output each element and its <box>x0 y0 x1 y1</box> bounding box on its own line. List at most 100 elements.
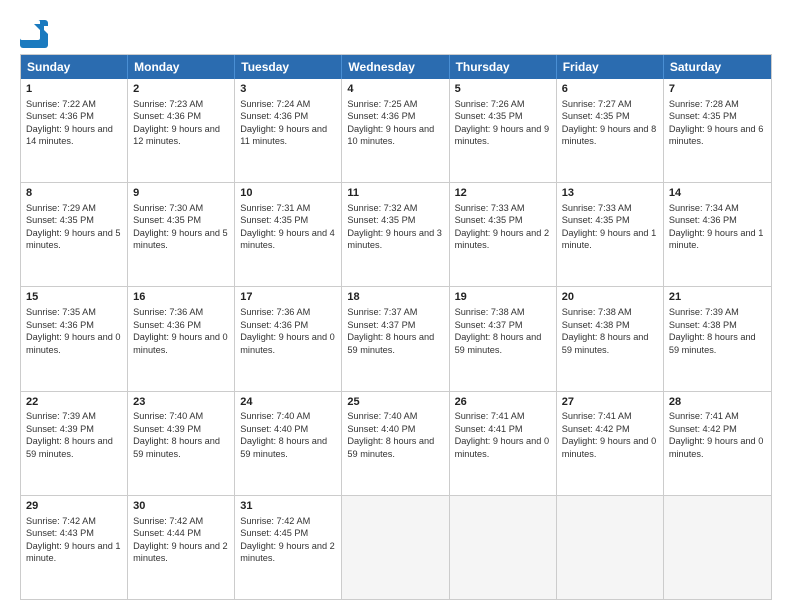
sunrise: Sunrise: 7:37 AM <box>347 307 417 317</box>
calendar-cell: 4Sunrise: 7:25 AMSunset: 4:36 PMDaylight… <box>342 79 449 182</box>
sunrise: Sunrise: 7:42 AM <box>240 516 310 526</box>
logo <box>20 20 52 48</box>
day-number: 6 <box>562 82 658 97</box>
daylight: Daylight: 8 hours and 59 minutes. <box>26 436 113 458</box>
calendar-row: 22Sunrise: 7:39 AMSunset: 4:39 PMDayligh… <box>21 391 771 495</box>
calendar-cell: 2Sunrise: 7:23 AMSunset: 4:36 PMDaylight… <box>128 79 235 182</box>
sunrise: Sunrise: 7:26 AM <box>455 99 525 109</box>
calendar: SundayMondayTuesdayWednesdayThursdayFrid… <box>20 54 772 600</box>
sunrise: Sunrise: 7:33 AM <box>562 203 632 213</box>
day-number: 24 <box>240 395 336 410</box>
sunrise: Sunrise: 7:30 AM <box>133 203 203 213</box>
sunset: Sunset: 4:36 PM <box>133 320 201 330</box>
sunrise: Sunrise: 7:28 AM <box>669 99 739 109</box>
sunrise: Sunrise: 7:42 AM <box>133 516 203 526</box>
calendar-row: 29 Sunrise: 7:42 AM Sunset: 4:43 PM Dayligh… <box>21 495 771 599</box>
calendar-cell: 18Sunrise: 7:37 AMSunset: 4:37 PMDayligh… <box>342 287 449 390</box>
sunrise: Sunrise: 7:36 AM <box>240 307 310 317</box>
day-number: 1 <box>26 82 122 97</box>
sunset: Sunset: 4:35 PM <box>562 215 630 225</box>
day-number: 27 <box>562 395 658 410</box>
daylight: Daylight: 9 hours and 4 minutes. <box>240 228 335 250</box>
daylight: Daylight: 9 hours and 5 minutes. <box>26 228 121 250</box>
sunrise: Sunrise: 7:29 AM <box>26 203 96 213</box>
calendar-cell: 19Sunrise: 7:38 AMSunset: 4:37 PMDayligh… <box>450 287 557 390</box>
calendar-cell <box>664 496 771 599</box>
daylight: Daylight: 8 hours and 59 minutes. <box>240 436 327 458</box>
sunset: Sunset: 4:40 PM <box>240 424 308 434</box>
daylight: Daylight: 9 hours and 0 minutes. <box>669 436 764 458</box>
calendar-cell: 17Sunrise: 7:36 AMSunset: 4:36 PMDayligh… <box>235 287 342 390</box>
calendar-cell: 15Sunrise: 7:35 AMSunset: 4:36 PMDayligh… <box>21 287 128 390</box>
calendar-row: 15 Sunrise: 7:35 AM Sunset: 4:36 PM Dayligh… <box>21 286 771 390</box>
day-number: 19 <box>455 290 551 305</box>
daylight: Daylight: 9 hours and 0 minutes. <box>562 436 657 458</box>
sunset: Sunset: 4:36 PM <box>133 111 201 121</box>
sunset: Sunset: 4:42 PM <box>669 424 737 434</box>
sunrise: Sunrise: 7:25 AM <box>347 99 417 109</box>
day-number: 9 <box>133 186 229 201</box>
sunset: Sunset: 4:39 PM <box>26 424 94 434</box>
daylight: Daylight: 9 hours and 12 minutes. <box>133 124 220 146</box>
day-number: 30 <box>133 499 229 514</box>
sunrise: Sunrise: 7:35 AM <box>26 307 96 317</box>
sunrise: Sunrise: 7:36 AM <box>133 307 203 317</box>
daylight: Daylight: 9 hours and 2 minutes. <box>133 541 228 563</box>
sunset: Sunset: 4:37 PM <box>347 320 415 330</box>
calendar-cell: 25Sunrise: 7:40 AMSunset: 4:40 PMDayligh… <box>342 392 449 495</box>
sunset: Sunset: 4:38 PM <box>669 320 737 330</box>
day-number: 13 <box>562 186 658 201</box>
day-number: 15 <box>26 290 122 305</box>
sunset: Sunset: 4:35 PM <box>455 215 523 225</box>
daylight: Daylight: 9 hours and 1 minute. <box>669 228 764 250</box>
sunset: Sunset: 4:43 PM <box>26 528 94 538</box>
sunset: Sunset: 4:37 PM <box>455 320 523 330</box>
sunset: Sunset: 4:35 PM <box>133 215 201 225</box>
day-number: 17 <box>240 290 336 305</box>
day-number: 12 <box>455 186 551 201</box>
day-number: 11 <box>347 186 443 201</box>
sunrise: Sunrise: 7:23 AM <box>133 99 203 109</box>
sunset: Sunset: 4:38 PM <box>562 320 630 330</box>
sunset: Sunset: 4:40 PM <box>347 424 415 434</box>
calendar-cell: 8Sunrise: 7:29 AMSunset: 4:35 PMDaylight… <box>21 183 128 286</box>
sunset: Sunset: 4:35 PM <box>26 215 94 225</box>
header-day: Monday <box>128 55 235 79</box>
daylight: Daylight: 9 hours and 8 minutes. <box>562 124 657 146</box>
header-day: Tuesday <box>235 55 342 79</box>
daylight: Daylight: 8 hours and 59 minutes. <box>347 332 434 354</box>
calendar-cell: 29Sunrise: 7:42 AMSunset: 4:43 PMDayligh… <box>21 496 128 599</box>
sunrise: Sunrise: 7:32 AM <box>347 203 417 213</box>
sunset: Sunset: 4:41 PM <box>455 424 523 434</box>
calendar-cell <box>557 496 664 599</box>
day-number: 22 <box>26 395 122 410</box>
calendar-cell: 21 Sunrise: 7:39 AM Sunset: 4:38 PM Dayligh… <box>664 287 771 390</box>
sunset: Sunset: 4:36 PM <box>26 111 94 121</box>
sunrise: Sunrise: 7:40 AM <box>133 411 203 421</box>
calendar-cell: 28Sunrise: 7:41 AMSunset: 4:42 PMDayligh… <box>664 392 771 495</box>
day-number: 21 <box>669 290 766 305</box>
daylight: Daylight: 8 hours and 59 minutes. <box>669 332 756 354</box>
sunset: Sunset: 4:36 PM <box>240 111 308 121</box>
calendar-row: 8Sunrise: 7:29 AMSunset: 4:35 PMDaylight… <box>21 182 771 286</box>
day-number: 23 <box>133 395 229 410</box>
sunset: Sunset: 4:36 PM <box>347 111 415 121</box>
calendar-cell: 31Sunrise: 7:42 AMSunset: 4:45 PMDayligh… <box>235 496 342 599</box>
calendar-header: SundayMondayTuesdayWednesdayThursdayFrid… <box>21 55 771 79</box>
day-number: 29 <box>26 499 122 514</box>
calendar-cell: 26Sunrise: 7:41 AMSunset: 4:41 PMDayligh… <box>450 392 557 495</box>
calendar-cell: 10Sunrise: 7:31 AMSunset: 4:35 PMDayligh… <box>235 183 342 286</box>
sunset: Sunset: 4:42 PM <box>562 424 630 434</box>
daylight: Daylight: 9 hours and 0 minutes. <box>26 332 121 354</box>
sunrise: Sunrise: 7:38 AM <box>455 307 525 317</box>
sunrise: Sunrise: 7:39 AM <box>669 307 739 317</box>
sunset: Sunset: 4:35 PM <box>240 215 308 225</box>
day-number: 14 <box>669 186 766 201</box>
sunset: Sunset: 4:35 PM <box>347 215 415 225</box>
sunrise: Sunrise: 7:34 AM <box>669 203 739 213</box>
sunset: Sunset: 4:44 PM <box>133 528 201 538</box>
day-number: 3 <box>240 82 336 97</box>
page: SundayMondayTuesdayWednesdayThursdayFrid… <box>0 0 792 612</box>
daylight: Daylight: 9 hours and 6 minutes. <box>669 124 764 146</box>
calendar-cell <box>342 496 449 599</box>
